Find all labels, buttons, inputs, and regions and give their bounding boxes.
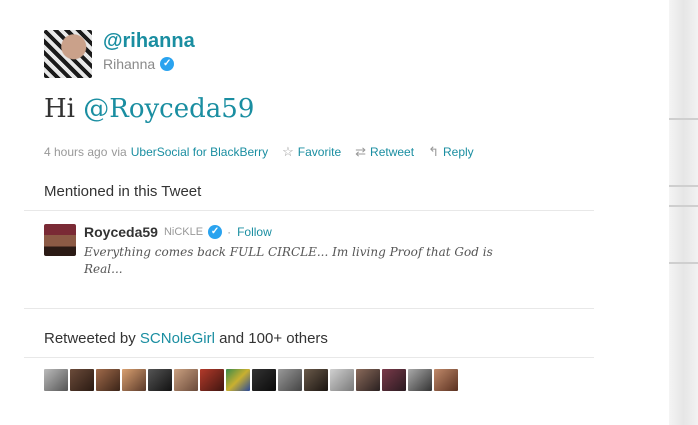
mentioned-section-title: Mentioned in this Tweet <box>44 183 202 200</box>
retweeted-prefix: Retweeted by <box>44 330 136 347</box>
retweeter-avatar[interactable] <box>200 369 224 391</box>
retweeted-by-line: Retweeted by SCNoleGirl and 100+ others <box>44 330 328 347</box>
tweet-text-prefix: Hi <box>44 94 84 124</box>
divider <box>24 210 594 211</box>
reply-label: Reply <box>442 145 474 159</box>
retweeter-avatar[interactable] <box>408 369 432 391</box>
author-real-name-row: Rihanna ✓ <box>103 56 175 72</box>
favorite-label: Favorite <box>297 145 342 159</box>
retweeter-avatar[interactable] <box>148 369 172 391</box>
tweet-permalink: @rihanna Rihanna ✓ Hi @Royceda59 4 hours… <box>0 0 669 425</box>
retweeter-avatar[interactable] <box>304 369 328 391</box>
retweeted-suffix: and 100+ others <box>219 330 328 347</box>
retweeter-avatar[interactable] <box>330 369 354 391</box>
retweeter-avatar[interactable] <box>382 369 406 391</box>
background-photo-edge <box>669 0 698 425</box>
retweeter-avatar[interactable] <box>252 369 276 391</box>
edge-line <box>669 262 698 264</box>
edge-line <box>669 185 698 187</box>
edge-line <box>669 118 698 120</box>
retweet-label: Retweet <box>370 145 415 159</box>
tweet-source-link[interactable]: UberSocial for BlackBerry <box>131 145 268 159</box>
mentioned-user-header: Royceda59 NiCKLE ✓ · Follow <box>84 224 272 240</box>
tweet-timestamp[interactable]: 4 hours ago <box>44 145 107 159</box>
retweet-button[interactable]: ⇄ Retweet <box>355 144 414 160</box>
mentioned-user-name: NiCKLE <box>163 226 204 238</box>
mentioned-user-avatar[interactable] <box>44 224 76 256</box>
retweeter-link[interactable]: SCNoleGirl <box>140 330 215 347</box>
retweeter-avatar-strip <box>44 369 458 391</box>
edge-line <box>669 205 698 207</box>
retweeter-avatar[interactable] <box>226 369 250 391</box>
tweet-meta-row: 4 hours ago via UberSocial for BlackBerr… <box>44 144 474 160</box>
retweeter-avatar[interactable] <box>278 369 302 391</box>
reply-arrow-icon: ↰ <box>428 144 439 159</box>
retweeter-avatar[interactable] <box>122 369 146 391</box>
retweeter-avatar[interactable] <box>44 369 68 391</box>
divider <box>24 357 594 358</box>
mentioned-user-screen-name[interactable]: Royceda59 <box>84 224 158 240</box>
separator-dot: · <box>227 225 232 239</box>
via-label: via <box>111 145 127 159</box>
verified-check-icon: ✓ <box>208 225 223 239</box>
author-avatar[interactable] <box>44 30 92 78</box>
tweet-text: Hi @Royceda59 <box>44 94 254 124</box>
retweeter-avatar[interactable] <box>434 369 458 391</box>
retweeter-avatar[interactable] <box>70 369 94 391</box>
favorite-button[interactable]: ☆ Favorite <box>282 144 341 160</box>
mentioned-user-bio: Everything comes back FULL CIRCLE... Im … <box>84 245 493 276</box>
reply-button[interactable]: ↰ Reply <box>428 144 474 160</box>
tweet-mention-link[interactable]: @Royceda59 <box>83 94 254 124</box>
retweeter-avatar[interactable] <box>174 369 198 391</box>
retweet-icon: ⇄ <box>355 144 367 159</box>
retweeter-avatar[interactable] <box>96 369 120 391</box>
author-real-name[interactable]: Rihanna <box>103 56 155 72</box>
retweeter-avatar[interactable] <box>356 369 380 391</box>
divider <box>24 308 594 309</box>
author-screen-name[interactable]: @rihanna <box>103 30 195 53</box>
follow-button[interactable]: Follow <box>237 225 272 239</box>
verified-check-icon: ✓ <box>160 57 175 71</box>
star-icon: ☆ <box>282 144 294 159</box>
